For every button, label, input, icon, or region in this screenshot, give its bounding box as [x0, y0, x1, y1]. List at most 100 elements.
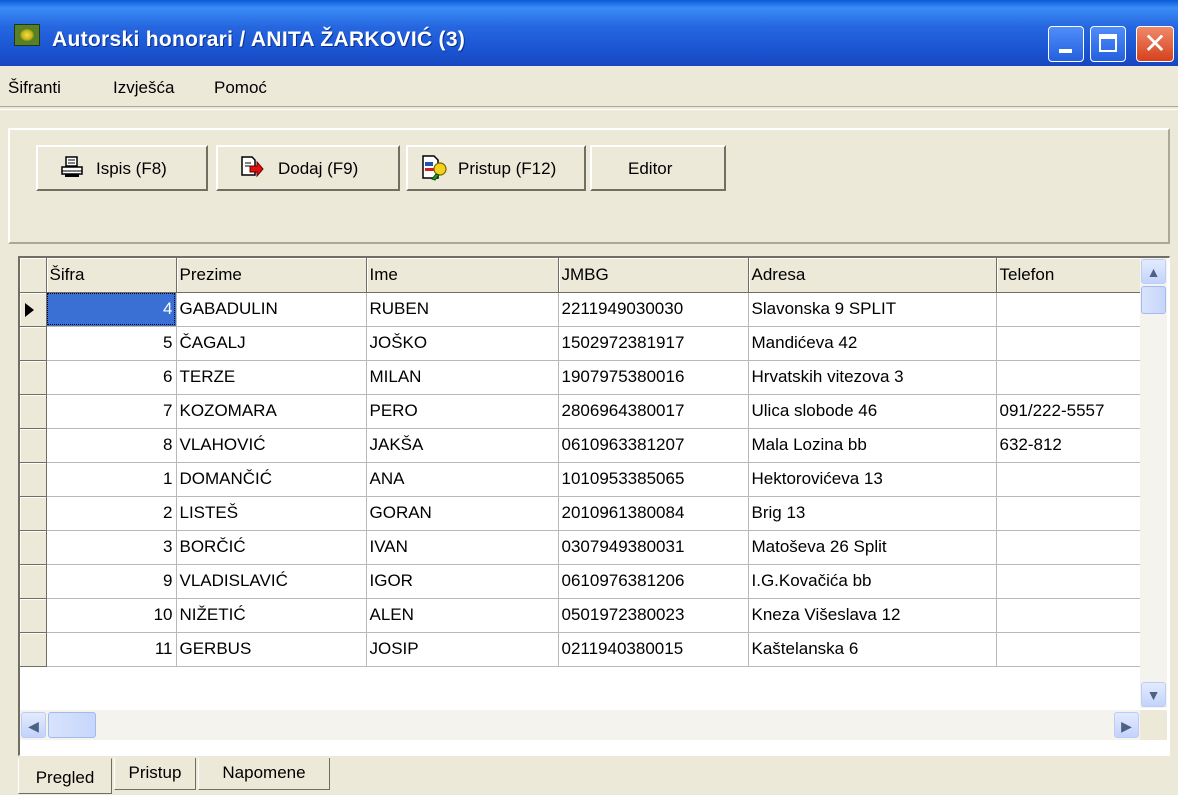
column-header-sifra[interactable]: Šifra — [46, 258, 177, 293]
row-indicator[interactable] — [20, 326, 47, 361]
cell-adresa[interactable]: Mala Lozina bb — [748, 428, 997, 463]
cell-jmbg[interactable]: 0501972380023 — [558, 598, 749, 633]
scroll-down-button[interactable]: ▼ — [1141, 682, 1166, 707]
cell-ime[interactable]: ALEN — [366, 598, 559, 633]
cell-telefon[interactable] — [996, 292, 1143, 327]
vertical-scrollbar[interactable]: ▲ ▼ — [1140, 258, 1167, 708]
horizontal-scroll-thumb[interactable] — [48, 712, 96, 738]
row-indicator[interactable] — [20, 292, 47, 327]
cell-sifra[interactable]: 2 — [46, 496, 177, 531]
cell-prezime[interactable]: LISTEŠ — [176, 496, 367, 531]
cell-ime[interactable]: PERO — [366, 394, 559, 429]
table-row[interactable]: 8 VLAHOVIĆ JAKŠA 0610963381207 Mala Lozina b… — [20, 428, 1143, 463]
cell-adresa[interactable]: Brig 13 — [748, 496, 997, 531]
cell-sifra[interactable]: 7 — [46, 394, 177, 429]
cell-sifra[interactable]: 9 — [46, 564, 177, 599]
cell-adresa[interactable]: I.G.Kovačića bb — [748, 564, 997, 599]
close-button[interactable]: ✕ — [1136, 26, 1174, 62]
cell-telefon[interactable] — [996, 564, 1143, 599]
column-header-ime[interactable]: Ime — [366, 258, 559, 293]
table-row[interactable]: 10 NIŽETIĆ ALEN 0501972380023 Kneza Višeslav… — [20, 598, 1143, 633]
cell-ime[interactable]: ANA — [366, 462, 559, 497]
tab-pregled[interactable]: Pregled — [18, 758, 112, 794]
cell-adresa[interactable]: Kaštelanska 6 — [748, 632, 997, 667]
cell-jmbg[interactable]: 0211940380015 — [558, 632, 749, 667]
menu-izvjesca[interactable]: Izvješća — [113, 78, 174, 98]
cell-adresa[interactable]: Slavonska 9 SPLIT — [748, 292, 997, 327]
cell-sifra[interactable]: 4 — [46, 292, 177, 327]
row-indicator[interactable] — [20, 394, 47, 429]
cell-telefon[interactable] — [996, 632, 1143, 667]
table-row[interactable]: 5 ČAGALJ JOŠKO 1502972381917 Mandićeva 42 — [20, 326, 1143, 361]
cell-adresa[interactable]: Ulica slobode 46 — [748, 394, 997, 429]
cell-adresa[interactable]: Hektorovićeva 13 — [748, 462, 997, 497]
column-header-jmbg[interactable]: JMBG — [558, 258, 749, 293]
menu-pomoc[interactable]: Pomoć — [214, 78, 267, 98]
cell-jmbg[interactable]: 2010961380084 — [558, 496, 749, 531]
cell-sifra[interactable]: 1 — [46, 462, 177, 497]
cell-prezime[interactable]: DOMANČIĆ — [176, 462, 367, 497]
tab-pristup[interactable]: Pristup — [114, 758, 196, 790]
column-header-adresa[interactable]: Adresa — [748, 258, 997, 293]
cell-ime[interactable]: JOSIP — [366, 632, 559, 667]
cell-ime[interactable]: IGOR — [366, 564, 559, 599]
cell-telefon[interactable] — [996, 496, 1143, 531]
cell-ime[interactable]: GORAN — [366, 496, 559, 531]
editor-button[interactable]: Editor — [590, 145, 726, 191]
cell-ime[interactable]: MILAN — [366, 360, 559, 395]
table-row[interactable]: 7 KOZOMARA PERO 2806964380017 Ulica slobode … — [20, 394, 1143, 429]
row-indicator[interactable] — [20, 530, 47, 565]
cell-jmbg[interactable]: 2211949030030 — [558, 292, 749, 327]
cell-prezime[interactable]: GERBUS — [176, 632, 367, 667]
cell-telefon[interactable] — [996, 530, 1143, 565]
row-indicator[interactable] — [20, 632, 47, 667]
menu-sifranti[interactable]: Šifranti — [8, 78, 61, 98]
table-row[interactable]: 1 DOMANČIĆ ANA 1010953385065 Hektorovićeva 1… — [20, 462, 1143, 497]
cell-telefon[interactable] — [996, 598, 1143, 633]
column-header-prezime[interactable]: Prezime — [176, 258, 367, 293]
cell-prezime[interactable]: GABADULIN — [176, 292, 367, 327]
row-indicator[interactable] — [20, 564, 47, 599]
tab-napomene[interactable]: Napomene — [198, 758, 330, 790]
cell-ime[interactable]: JOŠKO — [366, 326, 559, 361]
cell-telefon[interactable] — [996, 462, 1143, 497]
cell-sifra[interactable]: 3 — [46, 530, 177, 565]
cell-prezime[interactable]: KOZOMARA — [176, 394, 367, 429]
table-row[interactable]: 3 BORČIĆ IVAN 0307949380031 Matoševa 26 Spli… — [20, 530, 1143, 565]
vertical-scroll-thumb[interactable] — [1141, 286, 1166, 314]
cell-ime[interactable]: RUBEN — [366, 292, 559, 327]
cell-jmbg[interactable]: 0610963381207 — [558, 428, 749, 463]
scroll-up-button[interactable]: ▲ — [1141, 259, 1166, 284]
cell-ime[interactable]: JAKŠA — [366, 428, 559, 463]
title-bar[interactable]: Autorski honorari / ANITA ŽARKOVIĆ (3) ✕ — [0, 0, 1178, 66]
table-row[interactable]: 9 VLADISLAVIĆ IGOR 0610976381206 I.G.Kovačić… — [20, 564, 1143, 599]
maximize-button[interactable] — [1090, 26, 1126, 62]
column-header-telefon[interactable]: Telefon — [996, 258, 1143, 293]
cell-jmbg[interactable]: 1502972381917 — [558, 326, 749, 361]
data-grid[interactable]: Šifra Prezime Ime JMBG Adresa Telefon 4G… — [18, 256, 1170, 756]
cell-jmbg[interactable]: 0610976381206 — [558, 564, 749, 599]
row-indicator[interactable] — [20, 496, 47, 531]
cell-jmbg[interactable]: 2806964380017 — [558, 394, 749, 429]
cell-sifra[interactable]: 11 — [46, 632, 177, 667]
scroll-right-button[interactable]: ▶ — [1114, 712, 1139, 738]
scroll-left-button[interactable]: ◀ — [21, 712, 46, 738]
cell-sifra[interactable]: 10 — [46, 598, 177, 633]
cell-sifra[interactable]: 6 — [46, 360, 177, 395]
cell-jmbg[interactable]: 1010953385065 — [558, 462, 749, 497]
horizontal-scrollbar[interactable]: ◀ ▶ — [20, 710, 1140, 740]
cell-adresa[interactable]: Matoševa 26 Split — [748, 530, 997, 565]
minimize-button[interactable] — [1048, 26, 1084, 62]
cell-prezime[interactable]: ČAGALJ — [176, 326, 367, 361]
cell-jmbg[interactable]: 1907975380016 — [558, 360, 749, 395]
cell-sifra[interactable]: 8 — [46, 428, 177, 463]
cell-prezime[interactable]: NIŽETIĆ — [176, 598, 367, 633]
cell-telefon[interactable] — [996, 360, 1143, 395]
cell-jmbg[interactable]: 0307949380031 — [558, 530, 749, 565]
row-indicator[interactable] — [20, 428, 47, 463]
cell-prezime[interactable]: VLADISLAVIĆ — [176, 564, 367, 599]
add-button[interactable]: Dodaj (F9) — [216, 145, 400, 191]
table-row[interactable]: 4 GABADULIN RUBEN 2211949030030 Slavonska 9 … — [20, 292, 1143, 327]
cell-telefon[interactable] — [996, 326, 1143, 361]
cell-sifra[interactable]: 5 — [46, 326, 177, 361]
